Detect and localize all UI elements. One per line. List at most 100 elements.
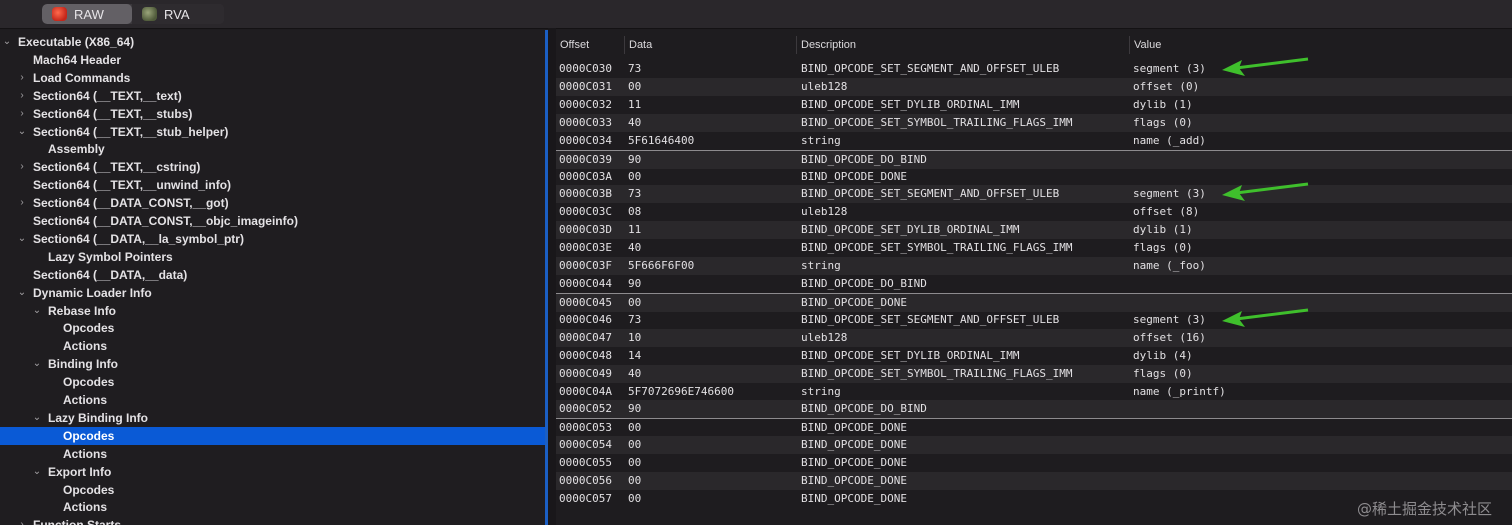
table-row[interactable]: 0000C045 00 BIND_OPCODE_DONE [556,292,1512,312]
tree-item[interactable]: Opcodes [0,373,545,391]
tree-item[interactable]: Section64 (__DATA_CONST,__objc_imageinfo… [0,212,545,230]
cell-data: 73 [628,187,642,201]
cell-offset: 0000C049 [559,366,612,380]
chevron-down-icon[interactable]: ⌄ [16,284,28,302]
tree-item[interactable]: ⌄ Binding Info [0,355,545,373]
address-mode-segmented-control: RAW RVA [42,4,224,24]
table-row[interactable]: 0000C030 73 BIND_OPCODE_SET_SEGMENT_AND_OF… [556,57,1512,78]
rva-label: RVA [164,6,190,22]
rva-icon [142,7,157,21]
table-row[interactable]: 0000C03C 08 uleb128 offset (8) [556,203,1512,221]
tree-item[interactable]: ⌄ Dynamic Loader Info [0,284,545,302]
tree-item[interactable]: Actions [0,445,545,463]
tree-item[interactable]: Opcodes [0,481,545,499]
table-row[interactable]: 0000C032 11 BIND_OPCODE_SET_DYLIB_ORDINAL_… [556,96,1512,114]
tree-item[interactable]: Actions [0,498,545,516]
tree-item[interactable]: › Function Starts [0,516,545,525]
table-row[interactable]: 0000C04A 5F7072696E746600 string name (_pri… [556,383,1512,401]
table-row[interactable]: 0000C034 5F61646400 string name (_add) [556,132,1512,150]
cell-offset: 0000C03A [559,169,612,183]
column-header-description[interactable]: Description [796,36,1131,54]
table-row[interactable]: 0000C052 90 BIND_OPCODE_DO_BIND [556,400,1512,419]
table-row[interactable]: 0000C03D 11 BIND_OPCODE_SET_DYLIB_ORDINAL_… [556,221,1512,240]
chevron-down-icon[interactable]: ⌄ [31,463,43,481]
table-row[interactable]: 0000C049 40 BIND_OPCODE_SET_SYMBOL_TRAILIN… [556,364,1512,383]
pane-splitter[interactable] [548,28,556,525]
structure-tree[interactable]: ⌄ Executable (X86_64) Mach64 Header › Load C… [0,30,548,525]
tree-item[interactable]: ⌄ Export Info [0,463,545,481]
chevron-right-icon[interactable]: › [16,105,28,123]
table-row[interactable]: 0000C048 14 BIND_OPCODE_SET_DYLIB_ORDINAL_… [556,347,1512,365]
table-row[interactable]: 0000C033 40 BIND_OPCODE_SET_SYMBOL_TRAILIN… [556,113,1512,132]
tree-item-label: Section64 (__DATA,__la_symbol_ptr) [33,231,244,246]
tree-item[interactable]: Mach64 Header [0,51,545,69]
chevron-down-icon[interactable]: ⌄ [1,33,13,51]
tree-item[interactable]: ⌄ Rebase Info [0,302,545,320]
chevron-right-icon[interactable]: › [16,516,28,525]
tree-item[interactable]: ⌄ Section64 (__DATA,__la_symbol_ptr) [0,230,545,248]
chevron-down-icon[interactable]: ⌄ [31,302,43,320]
table-row[interactable]: 0000C03E 40 BIND_OPCODE_SET_SYMBOL_TRAILIN… [556,239,1512,257]
chevron-right-icon[interactable]: › [16,194,28,212]
table-row[interactable]: 0000C031 00 uleb128 offset (0) [556,77,1512,96]
table-row[interactable]: 0000C03F 5F666F6F00 string name (_foo) [556,257,1512,276]
chevron-down-icon[interactable]: ⌄ [16,230,28,248]
tree-item[interactable]: › Section64 (__TEXT,__stubs) [0,105,545,123]
opcodes-table: Offset Data Description Value 0000C030 73… [556,30,1512,525]
raw-icon [52,7,67,21]
tree-item-label: Function Starts [33,516,121,525]
cell-description: BIND_OPCODE_DONE [801,456,907,470]
rva-button[interactable]: RVA [132,4,224,24]
table-row[interactable]: 0000C044 90 BIND_OPCODE_DO_BIND [556,275,1512,293]
table-row[interactable]: 0000C054 00 BIND_OPCODE_DONE [556,436,1512,455]
table-row[interactable]: 0000C056 00 BIND_OPCODE_DONE [556,472,1512,491]
tree-item[interactable]: Assembly [0,140,545,158]
table-row[interactable]: 0000C046 73 BIND_OPCODE_SET_SEGMENT_AND_OF… [556,308,1512,329]
cell-value: segment (3) [1133,62,1206,75]
chevron-down-icon[interactable]: ⌄ [31,355,43,373]
chevron-down-icon[interactable]: ⌄ [31,409,43,427]
tree-item[interactable]: › Section64 (__TEXT,__text) [0,87,545,105]
tree-item[interactable]: Opcodes [0,426,545,445]
column-header-value[interactable]: Value [1129,36,1512,54]
table-row[interactable]: 0000C053 00 BIND_OPCODE_DONE [556,418,1512,437]
tree-item[interactable]: ⌄ Section64 (__TEXT,__stub_helper) [0,123,545,141]
cell-value: dylib (1) [1133,97,1193,111]
cell-offset: 0000C03E [559,241,612,255]
table-row[interactable]: 0000C039 90 BIND_OPCODE_DO_BIND [556,149,1512,169]
tree-item-label: Actions [63,339,108,354]
raw-button[interactable]: RAW [42,4,132,24]
tree-item[interactable]: › Section64 (__DATA_CONST,__got) [0,194,545,212]
cell-description: BIND_OPCODE_SET_SEGMENT_AND_OFFSET_ULEB [801,187,1060,201]
cell-data: 73 [628,62,642,75]
tree-item[interactable]: › Section64 (__TEXT,__cstring) [0,158,545,176]
cell-data: 5F666F6F00 [628,259,695,273]
column-header-data[interactable]: Data [624,36,797,54]
cell-offset: 0000C052 [559,402,612,416]
chevron-right-icon[interactable]: › [16,87,28,105]
tree-item[interactable]: ⌄ Lazy Binding Info [0,409,545,427]
tree-item-label: Executable (X86_64) [18,35,135,49]
cell-value: offset (16) [1133,330,1206,344]
tree-item[interactable]: ⌄ Executable (X86_64) [0,33,545,51]
table-row[interactable]: 0000C055 00 BIND_OPCODE_DONE [556,454,1512,472]
raw-label: RAW [74,6,104,22]
tree-item[interactable]: › Load Commands [0,69,545,87]
tree-item-label: Actions [63,393,108,407]
tree-item-label: Section64 (__TEXT,__stubs) [33,106,193,121]
tree-item[interactable]: Section64 (__TEXT,__unwind_info) [0,176,545,194]
table-row[interactable]: 0000C03B 73 BIND_OPCODE_SET_SEGMENT_AND_OF… [556,182,1512,204]
tree-item[interactable]: Opcodes [0,319,545,337]
tree-item[interactable]: Actions [0,391,545,409]
chevron-down-icon[interactable]: ⌄ [16,123,28,141]
table-row[interactable]: 0000C047 10 uleb128 offset (16) [556,328,1512,347]
tree-item-label: Section64 (__DATA,__data) [33,267,188,282]
tree-item[interactable]: Actions [0,337,545,355]
chevron-right-icon[interactable]: › [16,69,28,87]
table-row[interactable]: 0000C03A 00 BIND_OPCODE_DONE [556,168,1512,186]
column-header-offset[interactable]: Offset [556,36,624,54]
cell-value: name (_printf) [1133,384,1226,398]
tree-item[interactable]: Section64 (__DATA,__data) [0,266,545,284]
tree-item[interactable]: Lazy Symbol Pointers [0,248,545,266]
chevron-right-icon[interactable]: › [16,158,28,176]
